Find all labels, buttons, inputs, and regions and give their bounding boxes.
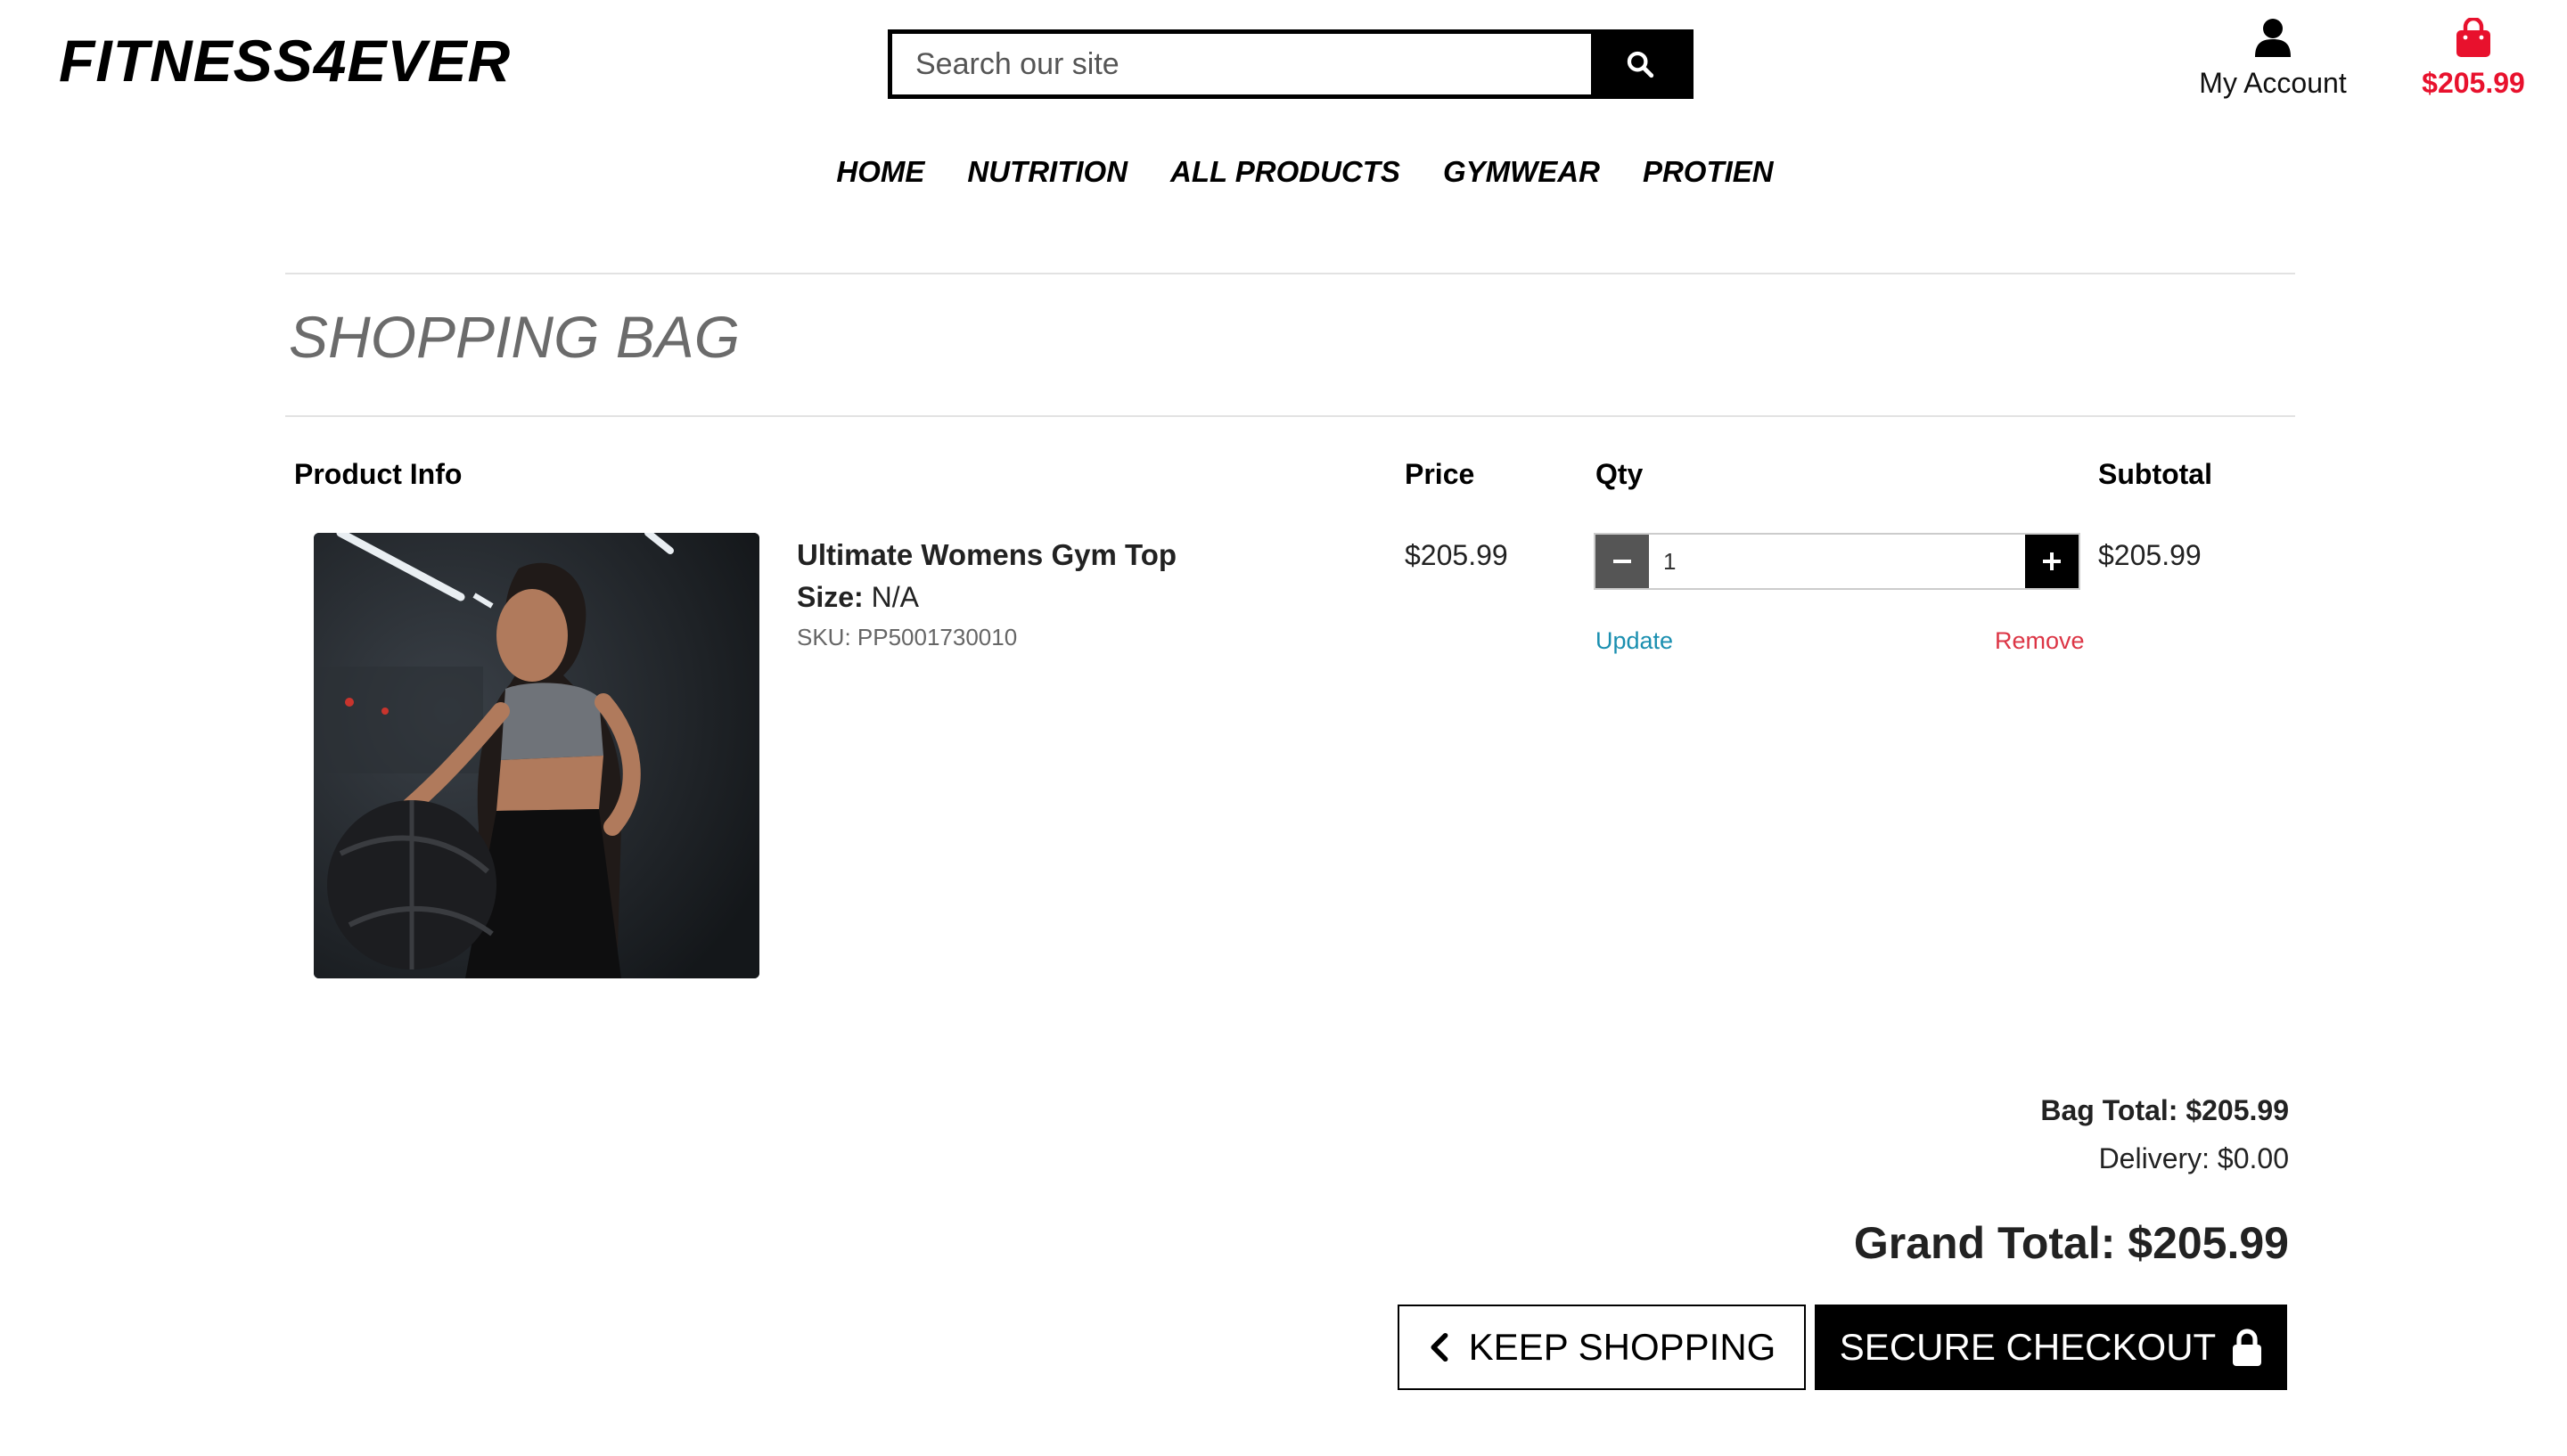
lock-icon [2233, 1329, 2262, 1366]
plus-icon [2043, 552, 2061, 570]
bag-total-label: $205.99 [2422, 67, 2525, 99]
decrement-button[interactable] [1595, 535, 1649, 588]
header-qty: Qty [1595, 458, 1644, 490]
shopping-bag-link[interactable]: $205.99 [2407, 16, 2540, 100]
product-name: Ultimate Womens Gym Top [797, 538, 1177, 571]
product-sku: SKU: PP5001730010 [797, 624, 1018, 650]
product-photo [314, 533, 759, 978]
main-nav: HOME NUTRITION ALL PRODUCTS GYMWEAR PROT… [0, 155, 2567, 189]
product-size: Size: N/A [797, 581, 919, 614]
search-input[interactable] [892, 34, 1591, 94]
search-bar [888, 29, 1694, 99]
site-logo[interactable]: FITNESS4EVER [59, 27, 511, 94]
increment-button[interactable] [2025, 535, 2079, 588]
size-value: N/A [871, 581, 919, 613]
nav-protien[interactable]: PROTIEN [1643, 155, 1774, 189]
product-image[interactable] [314, 533, 759, 978]
secure-checkout-label: SECURE CHECKOUT [1839, 1326, 2217, 1368]
quantity-stepper [1594, 533, 2080, 590]
divider-bottom [285, 415, 2295, 417]
quantity-input[interactable] [1649, 535, 2025, 588]
my-account-label: My Account [2199, 67, 2347, 99]
secure-checkout-button[interactable]: SECURE CHECKOUT [1815, 1305, 2287, 1390]
bag-total: Bag Total: $205.99 [2040, 1094, 2289, 1126]
search-icon [1627, 51, 1654, 78]
item-subtotal: $205.99 [2098, 539, 2202, 571]
remove-link[interactable]: Remove [1995, 627, 2085, 655]
page-title: SHOPPING BAG [289, 304, 741, 370]
nav-gymwear[interactable]: GYMWEAR [1443, 155, 1600, 189]
update-link[interactable]: Update [1595, 627, 1673, 655]
shopping-bag-icon [2456, 16, 2490, 57]
nav-nutrition[interactable]: NUTRITION [967, 155, 1128, 189]
chevron-left-icon [1431, 1332, 1448, 1362]
grand-total: Grand Total: $205.99 [1853, 1218, 2289, 1268]
delivery-cost: Delivery: $0.00 [2098, 1142, 2289, 1174]
header-subtotal: Subtotal [2098, 458, 2212, 490]
keep-shopping-label: KEEP SHOPPING [1468, 1326, 1776, 1368]
product-price: $205.99 [1405, 539, 1508, 571]
my-account-link[interactable]: My Account [2175, 18, 2371, 100]
nav-all-products[interactable]: ALL PRODUCTS [1170, 155, 1400, 189]
user-icon [2255, 19, 2291, 57]
search-button[interactable] [1591, 34, 1689, 94]
minus-icon [1613, 560, 1631, 563]
nav-home[interactable]: HOME [836, 155, 924, 189]
size-label: Size: [797, 581, 864, 613]
keep-shopping-button[interactable]: KEEP SHOPPING [1398, 1305, 1806, 1390]
header-product-info: Product Info [294, 458, 463, 490]
header-price: Price [1405, 458, 1475, 490]
divider-top [285, 273, 2295, 274]
page: FITNESS4EVER My Account $205.99 HOME NUT… [0, 0, 2567, 1456]
